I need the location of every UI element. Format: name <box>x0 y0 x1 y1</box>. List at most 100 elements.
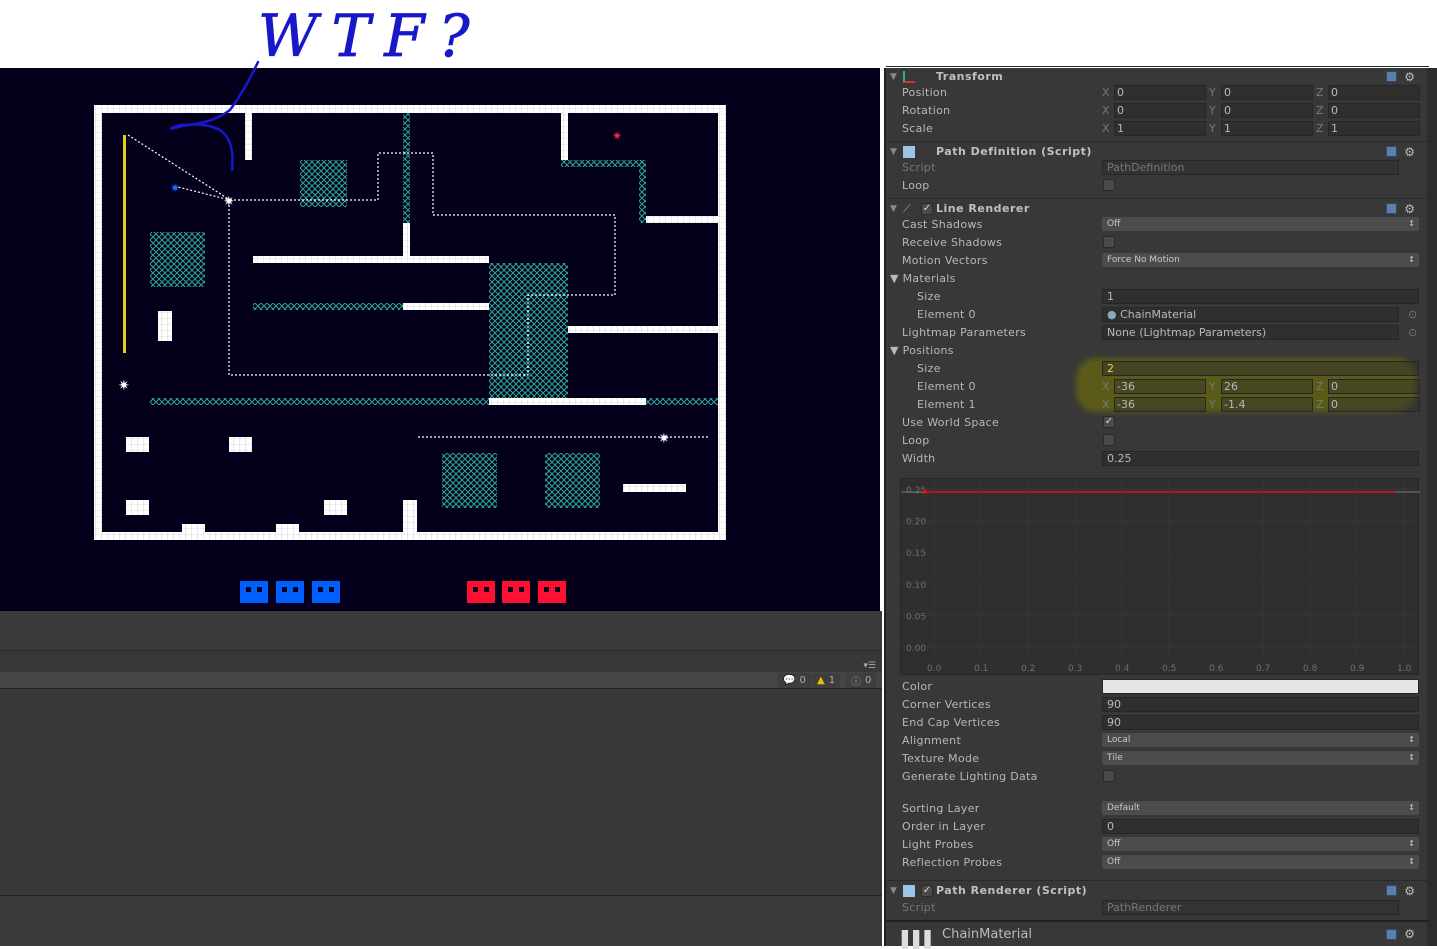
svg-text:✷: ✷ <box>118 378 130 394</box>
x-axis-label: X <box>1102 85 1110 99</box>
red-player: ✷ <box>612 129 622 143</box>
error-count-toggle[interactable]: ⓘ 0 <box>846 673 877 688</box>
blue-player: ✷ <box>170 181 180 195</box>
gear-icon[interactable]: ⚙ <box>1404 927 1415 941</box>
x-field[interactable]: X -36 <box>1102 378 1206 394</box>
receive-shadows-label: Receive Shadows <box>902 235 1003 249</box>
materials-label: Materials <box>902 271 956 285</box>
script-label: Script <box>902 900 936 914</box>
width-curve[interactable]: 0.25 0.20 0.15 0.10 0.05 0.000.0 0.1 0.2 0.3 0.4 0… <box>901 479 1420 676</box>
object-picker-icon[interactable]: ⊙ <box>1408 326 1417 339</box>
y-field[interactable]: Y 26 <box>1209 378 1313 394</box>
row-label: Rotation <box>902 103 951 117</box>
z-field[interactable]: Z0 <box>1316 84 1420 100</box>
path-renderer-header[interactable]: ▼ ✓ Path Renderer (Script) ⚙ <box>886 880 1429 900</box>
info-bubble-icon: 💬 <box>783 675 796 686</box>
material-sphere-icon: ● <box>1107 307 1117 321</box>
console-panel <box>0 689 882 895</box>
materials-size-label: Size <box>917 289 941 303</box>
z-field[interactable]: Z0 <box>1316 102 1420 118</box>
order-in-layer-field[interactable]: 0 <box>1102 818 1419 834</box>
y-field[interactable]: Y -1.4 <box>1209 396 1313 412</box>
game-view[interactable]: ✷ ✷ ✷ ✷ ✷ <box>0 68 880 611</box>
color-swatch[interactable] <box>1102 678 1419 694</box>
vector-row: Rotation X 0 Y 0 Z 0 <box>886 101 1422 119</box>
object-picker-icon[interactable]: ⊙ <box>1408 308 1417 321</box>
z-field[interactable]: Z1 <box>1316 120 1420 136</box>
help-book-icon[interactable] <box>1386 885 1397 896</box>
world-space-checkbox[interactable]: ✓ <box>1103 416 1115 428</box>
corner-vertices-field[interactable]: 90 <box>1102 696 1419 712</box>
curve-key-point[interactable] <box>923 490 927 494</box>
loop-checkbox[interactable] <box>1103 434 1115 446</box>
gear-icon[interactable]: ⚙ <box>1404 70 1415 84</box>
x-tick-label: 0.0 <box>927 664 942 674</box>
inspector-panel: ▼ Transform ⚙ ▼ Path Definition (Script) ⚙ S… <box>884 66 1437 949</box>
material-header[interactable]: ▌▌▌ ChainMaterial ⚙ <box>886 920 1429 949</box>
vector-row: Element 1 X -36 Y -1.4 Z 0 <box>886 395 1422 413</box>
console-toolbar: 💬 0 ▲ 1 ⓘ 0 <box>0 672 882 689</box>
z-axis-label: Z <box>1316 85 1324 99</box>
script-field[interactable]: PathRenderer <box>1102 899 1399 915</box>
gear-icon[interactable]: ⚙ <box>1404 145 1415 159</box>
receive-shadows-checkbox[interactable] <box>1103 236 1115 248</box>
end-cap-vertices-field[interactable]: 90 <box>1102 714 1419 730</box>
loop-checkbox[interactable] <box>1103 179 1115 191</box>
saw-blades: ✷ ✷ ✷ <box>118 194 670 447</box>
material-field[interactable]: ● ChainMaterial <box>1102 306 1399 322</box>
y-axis-label: Y <box>1209 379 1216 393</box>
x-tick-label: 0.6 <box>1209 664 1224 674</box>
script-field[interactable]: PathDefinition <box>1102 159 1399 175</box>
width-field[interactable]: 0.25 <box>1102 450 1419 466</box>
y-field[interactable]: Y0 <box>1209 102 1313 118</box>
collapse-triangle-icon[interactable]: ▼ <box>890 886 897 896</box>
z-field[interactable]: Z0 <box>1316 396 1420 412</box>
annotation-text: WTF? <box>258 2 484 70</box>
x-field[interactable]: X0 <box>1102 102 1206 118</box>
collapse-triangle-icon[interactable]: ▼ <box>890 147 897 157</box>
alignment-label: Alignment <box>902 733 962 747</box>
help-book-icon[interactable] <box>1386 71 1397 82</box>
materials-foldout[interactable]: ▼ Materials <box>890 272 956 285</box>
y-tick-label: 0.05 <box>906 612 926 622</box>
generate-lighting-label: Generate Lighting Data <box>902 769 1038 783</box>
lightmap-field[interactable]: None (Lightmap Parameters) <box>1102 324 1399 340</box>
light-probes-dropdown[interactable]: Off <box>1102 837 1419 851</box>
y-field[interactable]: Y1 <box>1209 120 1313 136</box>
x-tick-label: 0.3 <box>1068 664 1082 674</box>
y-field[interactable]: Y0 <box>1209 84 1313 100</box>
generate-lighting-checkbox[interactable] <box>1103 770 1115 782</box>
y-axis-label: Y <box>1209 103 1216 117</box>
row-label: Scale <box>902 121 934 135</box>
warning-count-toggle[interactable]: ▲ 1 <box>812 673 841 688</box>
gear-icon[interactable]: ⚙ <box>1404 884 1415 898</box>
x-field[interactable]: X1 <box>1102 120 1206 136</box>
menu-icon[interactable]: ▾☰ <box>863 661 876 671</box>
materials-size-field[interactable]: 1 <box>1102 288 1419 304</box>
reflection-probes-dropdown[interactable]: Off <box>1102 855 1419 869</box>
z-field[interactable]: Z0 <box>1316 378 1420 394</box>
width-curve-editor[interactable]: 0.25 0.20 0.15 0.10 0.05 0.00 0.0 0.1 0.2 0.3 0.4 0… <box>900 478 1420 676</box>
positions-size-field[interactable]: 2 <box>1102 360 1419 376</box>
vector-row: Element 0 X -36 Y 26 Z 0 <box>886 377 1422 395</box>
positions-foldout[interactable]: ▼ Positions <box>890 344 954 357</box>
help-book-icon[interactable] <box>1386 928 1397 940</box>
transform-axes-icon <box>903 70 915 83</box>
message-count-toggle[interactable]: 💬 0 <box>778 673 811 688</box>
texture-mode-dropdown[interactable]: Tile <box>1102 751 1419 765</box>
help-book-icon[interactable] <box>1386 146 1397 157</box>
sorting-layer-dropdown[interactable]: Default <box>1102 801 1419 815</box>
collapse-triangle-icon[interactable]: ▼ <box>890 72 897 82</box>
x-field[interactable]: X0 <box>1102 84 1206 100</box>
enabled-checkbox[interactable]: ✓ <box>921 884 933 897</box>
alignment-dropdown[interactable]: Local <box>1102 733 1419 747</box>
motion-vectors-dropdown[interactable]: Force No Motion <box>1102 253 1419 267</box>
cast-shadows-dropdown[interactable]: Off <box>1102 217 1419 231</box>
x-tick-label: 0.5 <box>1162 664 1176 674</box>
loop-label: Loop <box>902 433 930 447</box>
gear-icon[interactable]: ⚙ <box>1404 202 1415 216</box>
enabled-checkbox[interactable]: ✓ <box>921 202 933 215</box>
x-field[interactable]: X -36 <box>1102 396 1206 412</box>
collapse-triangle-icon[interactable]: ▼ <box>890 204 897 214</box>
help-book-icon[interactable] <box>1386 203 1397 214</box>
